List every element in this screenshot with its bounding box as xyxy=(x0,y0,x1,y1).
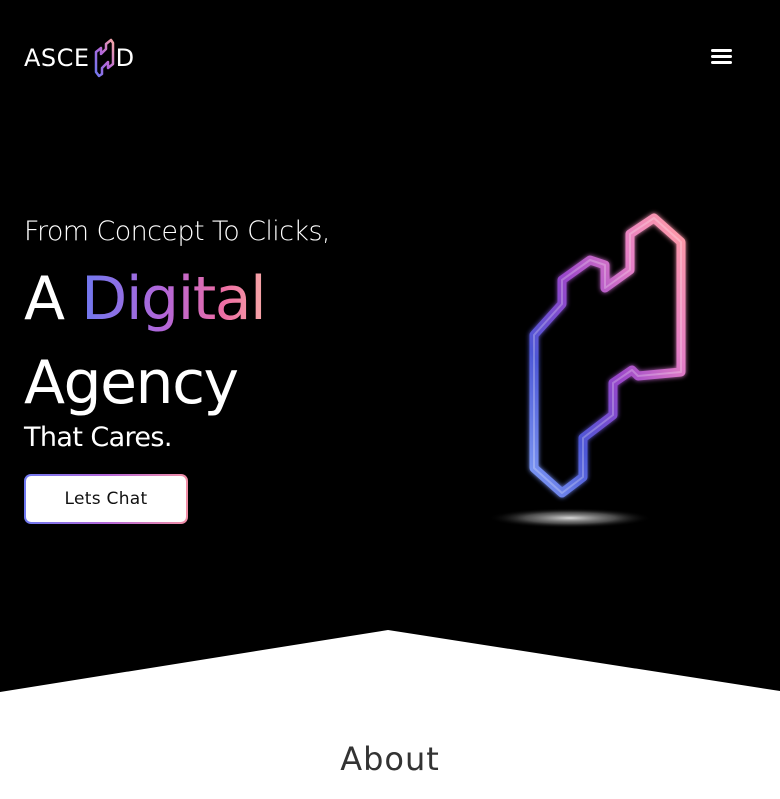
neon-ascend-logo-icon xyxy=(488,213,686,528)
about-section-title: About xyxy=(340,740,440,778)
page: ASCE D From Concept To Clicks, A Digital… xyxy=(0,0,780,799)
headline-highlight: Digital xyxy=(81,264,267,334)
menu-bar xyxy=(710,48,732,52)
logo-text-left: ASCE xyxy=(24,44,90,72)
logo-text-right: D xyxy=(115,44,135,72)
lets-chat-button[interactable]: Lets Chat xyxy=(24,474,188,524)
hero-tagline: From Concept To Clicks, xyxy=(24,216,331,247)
site-header: ASCE D xyxy=(0,0,780,120)
menu-bar xyxy=(710,60,732,64)
hamburger-menu-icon[interactable] xyxy=(706,42,736,70)
graphic-shadow xyxy=(488,508,652,528)
headline-prefix: A xyxy=(24,264,65,334)
graphic-inner-highlight xyxy=(533,217,682,494)
ascend-n-mark-icon xyxy=(94,38,114,78)
hero-subline: That Cares. xyxy=(24,422,172,453)
brand-logo[interactable]: ASCE D xyxy=(24,36,135,80)
graphic-outer-tube xyxy=(529,213,686,498)
lets-chat-label: Lets Chat xyxy=(26,476,186,522)
hero-headline-line2: Agency xyxy=(24,348,239,418)
hero-text: From Concept To Clicks, A Digital Agency… xyxy=(24,212,444,458)
hero-headline-line1: A Digital xyxy=(24,258,444,340)
menu-bar xyxy=(710,54,732,58)
